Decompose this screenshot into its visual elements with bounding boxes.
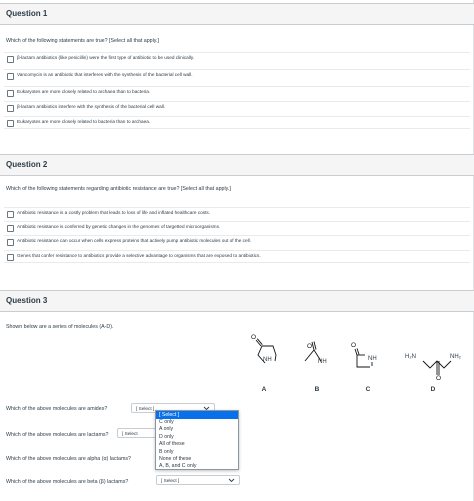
subquestion-alpha-lactams: Which of the above molecules are alpha (… (6, 456, 131, 462)
molecule-label-b: B (314, 386, 320, 393)
subquestion-lactams: Which of the above molecules are lactams… (6, 432, 109, 438)
molecule-label-c: C (365, 386, 371, 393)
select-value: [ Select ] (136, 406, 155, 411)
oxygen-b: O (307, 343, 312, 350)
chevron-down-icon (228, 478, 235, 483)
molecule-label-d: D (430, 386, 436, 393)
dropdown-list[interactable]: [ Select ] C only A only D only All of t… (155, 410, 239, 470)
dropdown-option[interactable]: A, B, and C only (156, 463, 238, 471)
oxygen-c: O (351, 342, 356, 349)
subquestion-beta-lactams: Which of the above molecules are beta (β… (6, 479, 129, 485)
oxygen-d: O (436, 375, 441, 382)
molecule-a-nh: NH (263, 357, 272, 363)
beta-lactams-select[interactable]: [ Select ] (156, 475, 240, 485)
oxygen-a: O (251, 334, 256, 341)
molecule-b-nh: NH (318, 359, 327, 365)
molecule-d-h2n: H₂N (405, 354, 416, 360)
molecule-c-nh: NH (368, 356, 377, 362)
molecule-d (422, 360, 452, 375)
select-value: [ Select (122, 431, 138, 436)
subquestion-amides: Which of the above molecules are amides? (6, 406, 108, 412)
lactams-select[interactable]: [ Select (117, 428, 157, 438)
select-value: [ Select ] (161, 478, 180, 483)
molecule-d-nh2: NH₂ (450, 354, 461, 360)
molecule-label-a: A (261, 386, 267, 393)
